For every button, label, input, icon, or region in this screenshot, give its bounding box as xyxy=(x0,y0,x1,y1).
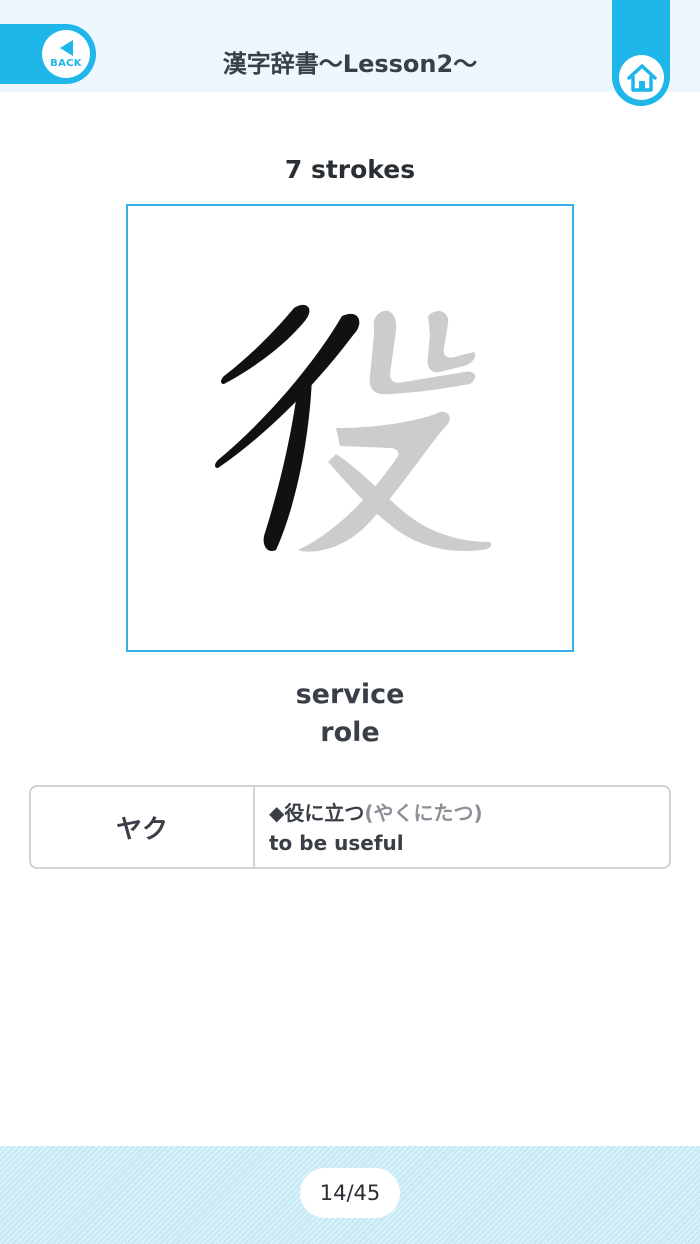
stroke-count: 7 strokes xyxy=(284,155,416,184)
home-icon xyxy=(626,63,657,92)
example-kana: (やくにたつ) xyxy=(364,801,483,825)
home-button[interactable] xyxy=(619,55,664,100)
example-word: ◆役に立つ xyxy=(269,801,365,825)
example-cell: ◆役に立つ(やくにたつ) to be useful xyxy=(255,787,669,867)
page-title: 漢字辞書〜Lesson2〜 xyxy=(222,50,478,78)
back-button[interactable]: BACK xyxy=(42,30,90,78)
page-indicator: 14/45 xyxy=(300,1168,400,1218)
kanji-dictionary-screen: BACK 漢字辞書〜Lesson2〜 7 strokes service rol… xyxy=(0,0,700,1244)
kanji-stroke-panel[interactable] xyxy=(126,204,574,652)
reading-cell: ヤク xyxy=(31,787,255,867)
example-word-line: ◆役に立つ(やくにたつ) xyxy=(269,799,655,827)
back-label: BACK xyxy=(50,57,82,69)
kanji-meanings: service role xyxy=(0,676,700,752)
reading-table: ヤク ◆役に立つ(やくにたつ) to be useful xyxy=(29,785,671,869)
meaning-line: role xyxy=(320,717,380,748)
drawn-strokes xyxy=(215,304,360,552)
kanji-strokes xyxy=(215,304,492,552)
example-translation: to be useful xyxy=(269,831,404,855)
back-arrow-icon xyxy=(59,39,73,56)
meaning-line: service xyxy=(295,679,405,710)
